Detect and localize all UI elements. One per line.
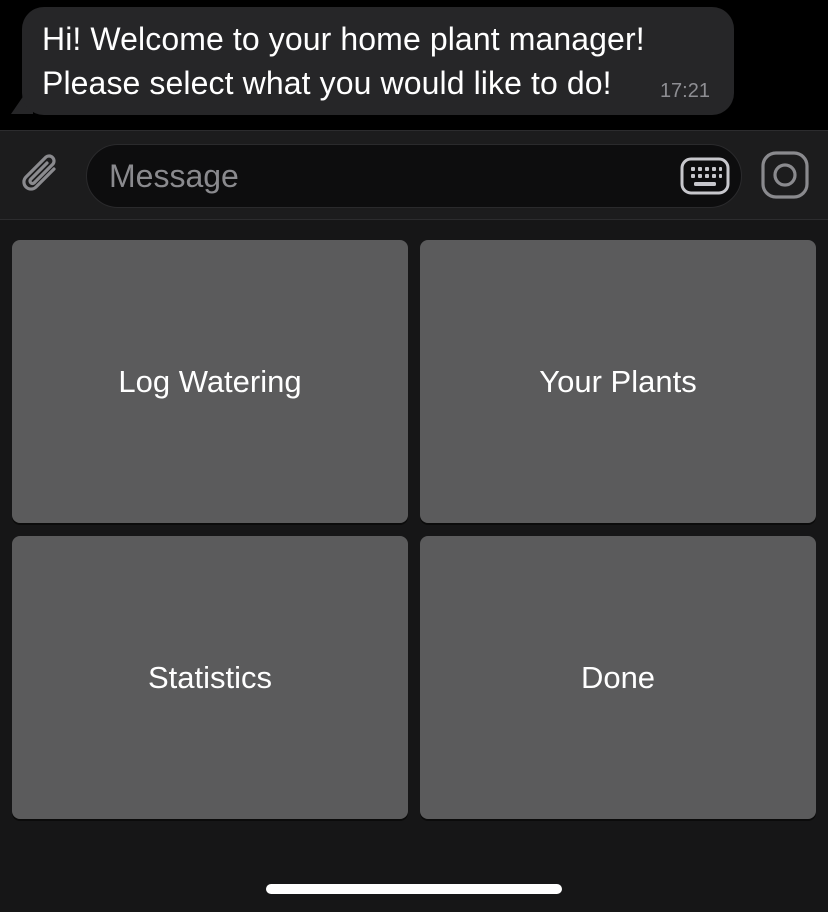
message-line-1: Hi! Welcome to your home plant manager! [42, 21, 645, 57]
done-button[interactable]: Done [420, 536, 816, 819]
log-watering-button[interactable]: Log Watering [12, 240, 408, 523]
message-timestamp: 17:21 [659, 80, 710, 102]
keyboard-toggle-button[interactable] [679, 156, 731, 196]
statistics-button[interactable]: Statistics [12, 536, 408, 819]
message-line-2: Please select what you would like to do! [42, 65, 612, 101]
camera-icon [761, 151, 809, 199]
keyboard-icon [680, 157, 730, 195]
message-field[interactable] [86, 144, 742, 208]
chat-area: Hi! Welcome to your home plant manager! … [0, 0, 828, 130]
camera-button[interactable] [760, 149, 810, 201]
telegram-chat-screen: Hi! Welcome to your home plant manager! … [0, 0, 828, 912]
message-text: Hi! Welcome to your home plant manager! … [42, 17, 682, 105]
attach-button[interactable] [18, 149, 68, 203]
reply-keyboard: Log Watering Your Plants Statistics Done [0, 220, 828, 912]
bot-message-bubble: Hi! Welcome to your home plant manager! … [22, 7, 734, 115]
message-input[interactable] [109, 145, 669, 207]
home-indicator[interactable] [266, 884, 562, 894]
message-input-bar [0, 130, 828, 220]
your-plants-button[interactable]: Your Plants [420, 240, 816, 523]
paperclip-icon [22, 154, 56, 191]
